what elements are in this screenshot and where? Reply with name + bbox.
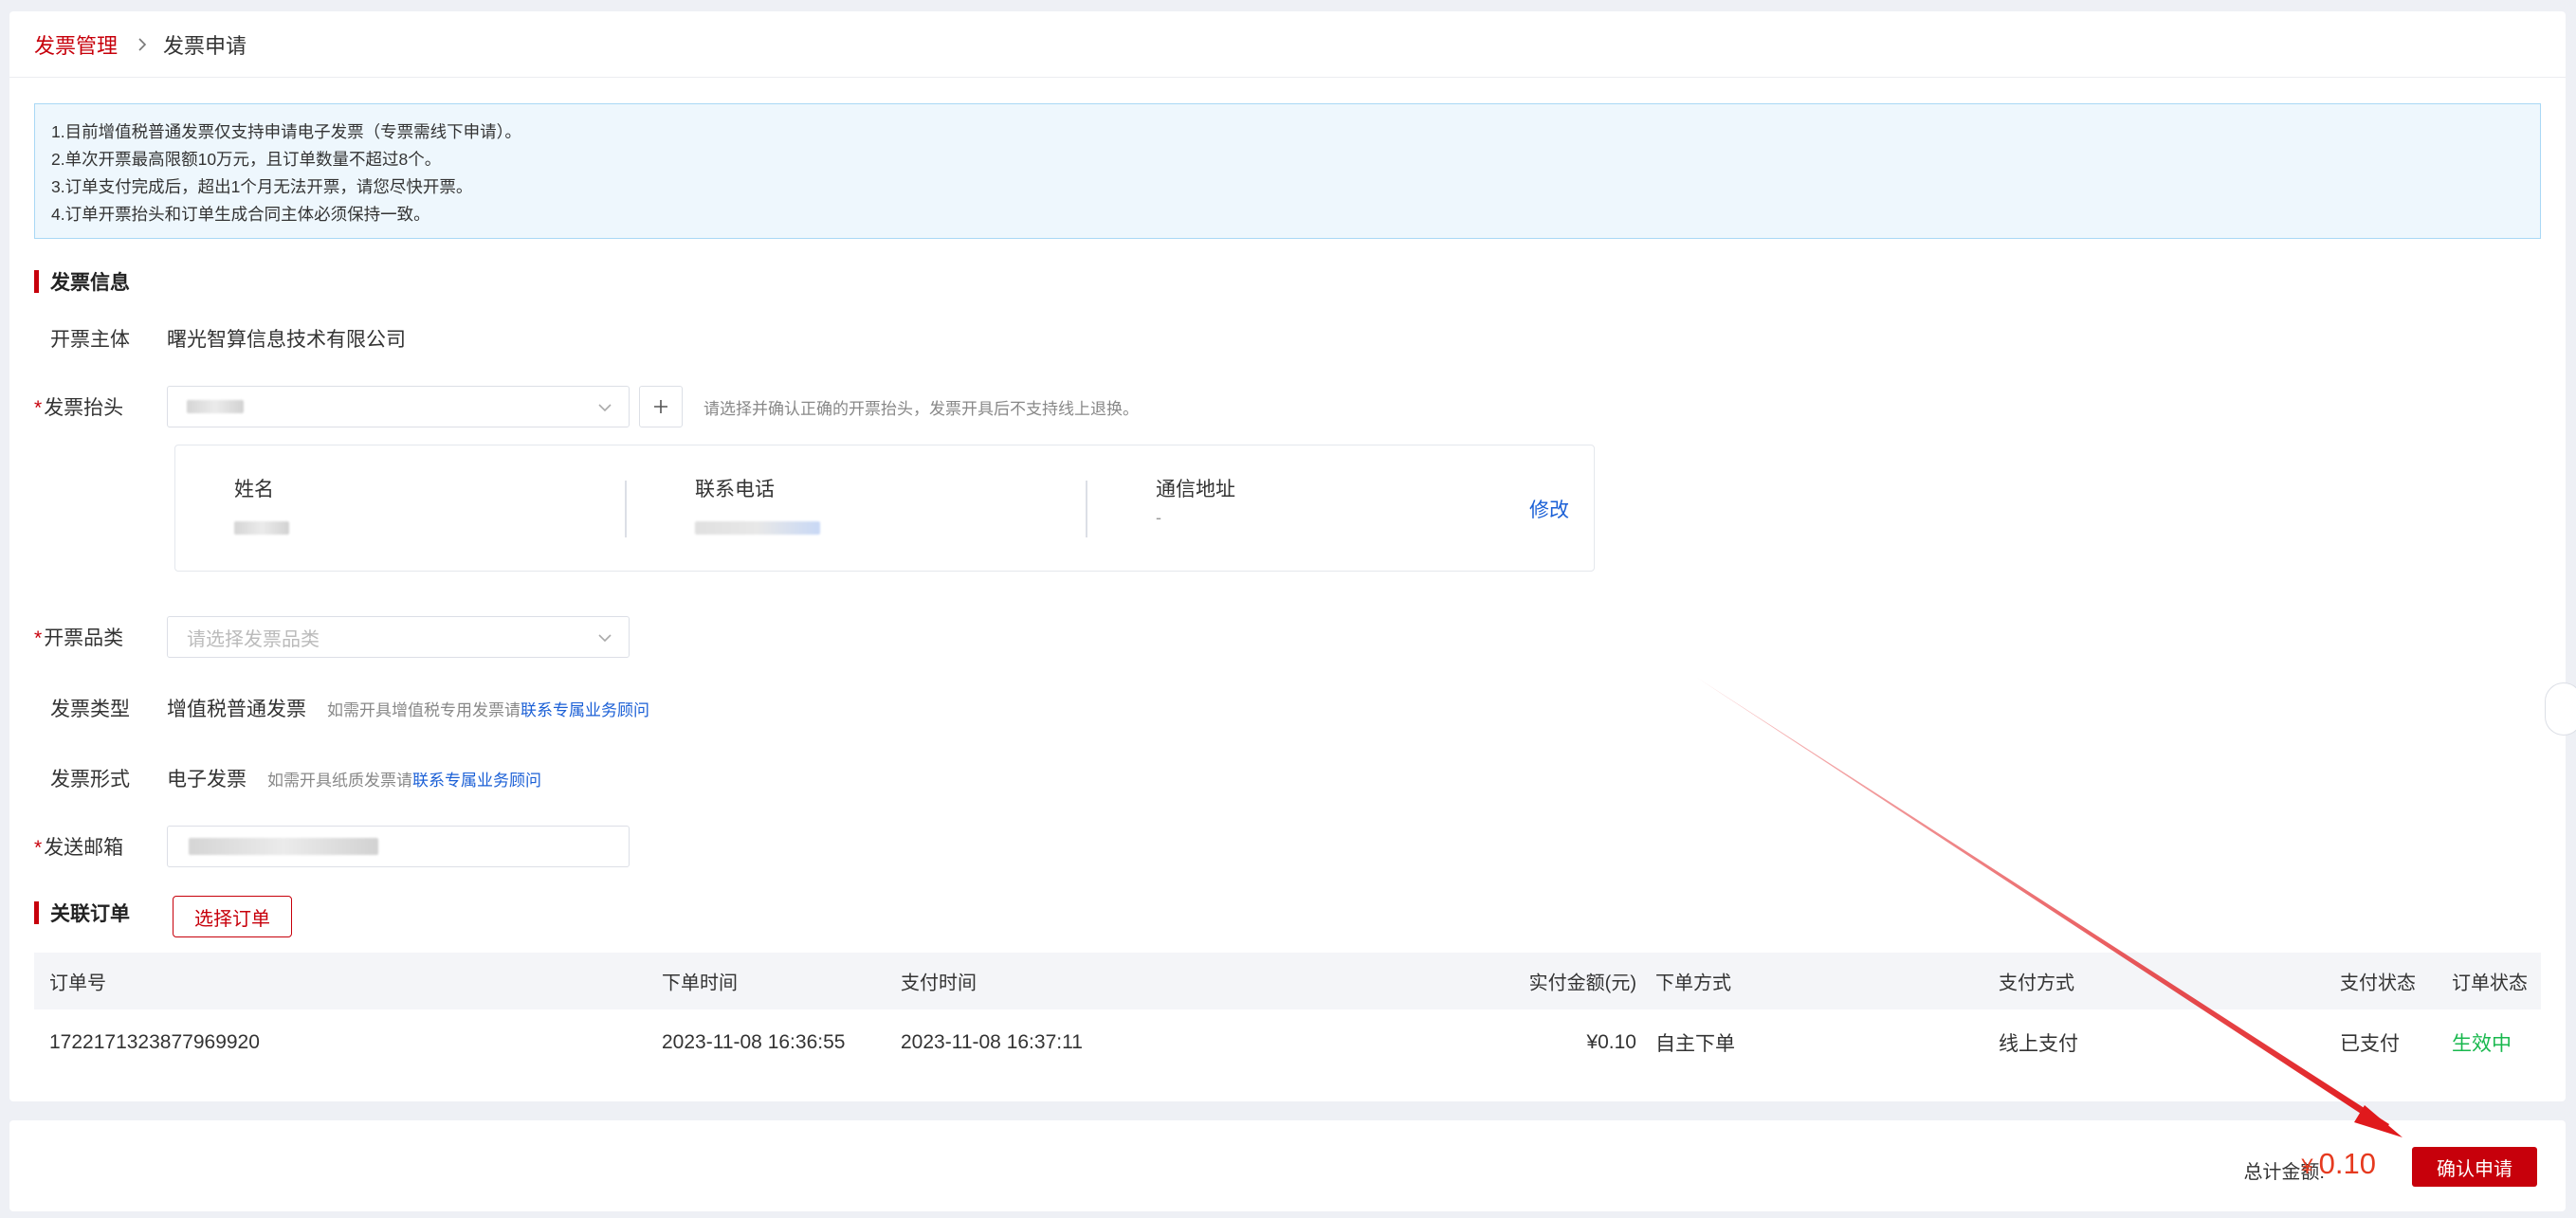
notice-line: 4.订单开票抬头和订单生成合同主体必须保持一致。 [51, 205, 430, 224]
invoice-title-hint: 请选择并确认正确的开票抬头，发票开具后不支持线上退换。 [703, 399, 1139, 418]
masked-value [187, 400, 244, 413]
breadcrumb-current: 发票申请 [163, 33, 247, 58]
contact-name: 姓名 [234, 474, 289, 535]
cell-pay-method: 线上支付 [1999, 1033, 2078, 1055]
email-row: *发送邮箱 [34, 826, 630, 867]
contact-address: 通信地址 - [1156, 474, 1235, 528]
main-card: 发票管理 发票申请 1.目前增值税普通发票仅支持申请电子发票（专票需线下申请）。… [9, 11, 2576, 1101]
confirm-apply-button[interactable]: 确认申请 [2412, 1147, 2537, 1187]
cell-order-time: 2023-11-08 16:36:55 [662, 1031, 846, 1053]
plus-icon [654, 400, 667, 413]
cell-amount: ¥0.10 [1586, 1031, 1636, 1053]
side-collapse-handle[interactable] [2545, 682, 2576, 736]
invoice-form-label: 发票形式 [50, 769, 130, 791]
masked-name [234, 521, 289, 535]
col-amount: 实付金额(元) [1528, 973, 1636, 994]
category-placeholder: 请选择发票品类 [187, 628, 320, 650]
masked-phone [695, 521, 820, 535]
contact-name-label: 姓名 [234, 479, 274, 500]
invoice-title-label: *发票抬头 [34, 397, 124, 419]
section-marker [34, 901, 39, 924]
issuer-row: 开票主体 曙光智算信息技术有限公司 [34, 324, 406, 353]
section-marker [34, 270, 39, 293]
col-order-time: 下单时间 [662, 973, 738, 994]
contact-address-value: - [1156, 508, 1161, 527]
issuer-value: 曙光智算信息技术有限公司 [167, 329, 406, 351]
email-field[interactable] [167, 826, 630, 867]
invoice-form-hint: 如需开具纸质发票请联系专属业务顾问 [267, 771, 541, 790]
chevron-down-icon [598, 404, 612, 412]
table-row: 1722171323877969920 2023-11-08 16:36:55 … [34, 1009, 2541, 1076]
col-order-no: 订单号 [49, 973, 106, 994]
divider [1086, 481, 1087, 537]
cell-order-no: 1722171323877969920 [49, 1031, 260, 1053]
invoice-title-select[interactable] [167, 386, 630, 427]
cell-pay-status: 已支付 [2340, 1033, 2400, 1055]
footer-bar: 总计金额: ¥0.10 确认申请 [9, 1120, 2566, 1211]
section-title-text: 关联订单 [50, 903, 130, 925]
notice-line: 2.单次开票最高限额10万元，且订单数量不超过8个。 [51, 150, 442, 169]
cell-order-status: 生效中 [2452, 1033, 2512, 1055]
category-row: *开票品类 请选择发票品类 [34, 616, 630, 658]
notice-line: 1.目前增值税普通发票仅支持申请电子发票（专票需线下申请）。 [51, 122, 521, 141]
invoice-title-row: *发票抬头 请选择并确认正确的开票抬头，发票开具后不支持线上退换。 [34, 386, 1139, 427]
invoice-type-value: 增值税普通发票 [167, 699, 306, 720]
notice-box: 1.目前增值税普通发票仅支持申请电子发票（专票需线下申请）。 2.单次开票最高限… [34, 103, 2541, 239]
email-label: *发送邮箱 [34, 837, 124, 859]
breadcrumb: 发票管理 发票申请 [9, 11, 2566, 78]
select-orders-button[interactable]: 选择订单 [173, 896, 292, 937]
orders-table: 订单号 下单时间 支付时间 实付金额(元) 下单方式 支付方式 支付状态 订单状… [34, 953, 2541, 1076]
col-method: 下单方式 [1655, 973, 1731, 994]
invoice-form-row: 发票形式 电子发票 如需开具纸质发票请联系专属业务顾问 [34, 764, 541, 792]
edit-contact-link[interactable]: 修改 [1529, 495, 1569, 523]
contact-advisor-link[interactable]: 联系专属业务顾问 [412, 772, 541, 790]
chevron-down-icon [598, 634, 612, 643]
cell-method: 自主下单 [1655, 1033, 1735, 1055]
col-pay-time: 支付时间 [901, 973, 977, 994]
total-amount: ¥0.10 [2301, 1147, 2376, 1180]
table-header: 订单号 下单时间 支付时间 实付金额(元) 下单方式 支付方式 支付状态 订单状… [34, 953, 2541, 1009]
invoice-section-title: 发票信息 [34, 267, 130, 296]
invoice-type-label: 发票类型 [50, 699, 130, 720]
issuer-label: 开票主体 [50, 329, 130, 351]
breadcrumb-parent-link[interactable]: 发票管理 [34, 29, 118, 60]
col-pay-method: 支付方式 [1999, 973, 2074, 994]
divider [625, 481, 627, 537]
cell-pay-time: 2023-11-08 16:37:11 [901, 1031, 1083, 1053]
contact-phone: 联系电话 [695, 474, 820, 535]
col-pay-status: 支付状态 [2340, 973, 2416, 994]
notice-line: 3.订单支付完成后，超出1个月无法开票，请您尽快开票。 [51, 177, 473, 196]
invoice-type-hint: 如需开具增值税专用发票请联系专属业务顾问 [327, 700, 649, 719]
invoice-category-select[interactable]: 请选择发票品类 [167, 616, 630, 658]
contact-address-label: 通信地址 [1156, 479, 1235, 500]
orders-section-title: 关联订单 [34, 899, 130, 927]
chevron-right-icon [135, 37, 150, 52]
invoice-type-row: 发票类型 增值税普通发票 如需开具增值税专用发票请联系专属业务顾问 [34, 694, 649, 722]
contact-card: 姓名 联系电话 通信地址 - 修改 [174, 445, 1595, 572]
col-order-status: 订单状态 [2452, 973, 2528, 994]
invoice-form-value: 电子发票 [167, 769, 247, 791]
masked-email [189, 838, 378, 855]
category-label: *开票品类 [34, 627, 124, 649]
add-title-button[interactable] [639, 386, 683, 427]
contact-advisor-link[interactable]: 联系专属业务顾问 [521, 701, 649, 719]
section-title-text: 发票信息 [50, 272, 130, 294]
contact-phone-label: 联系电话 [695, 479, 775, 500]
